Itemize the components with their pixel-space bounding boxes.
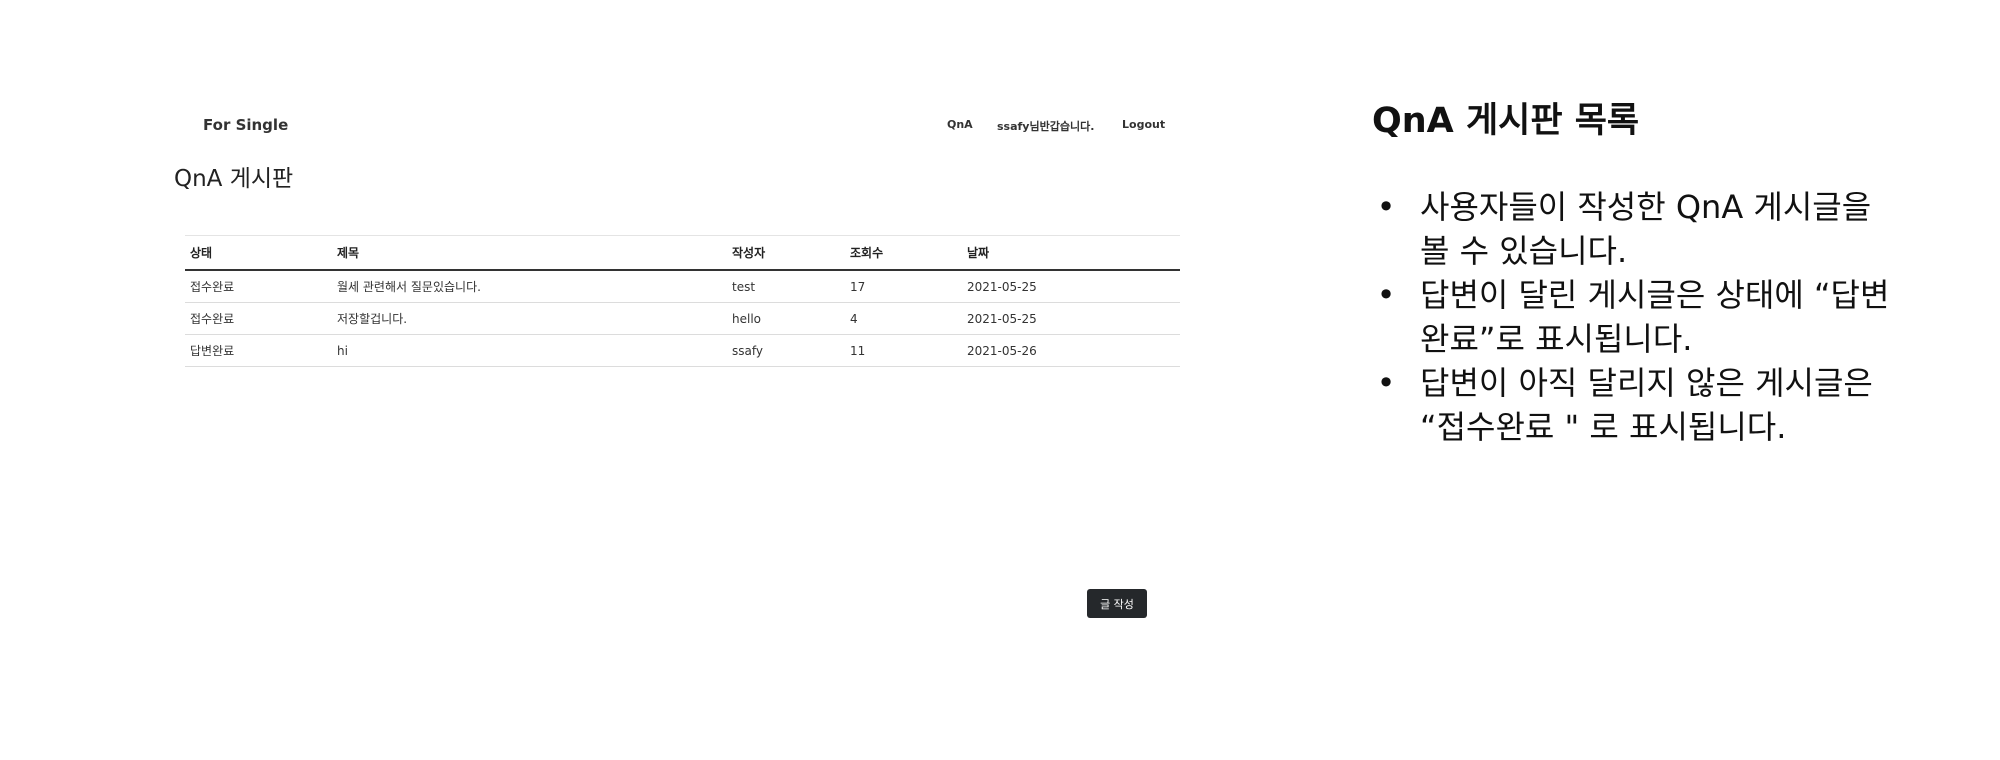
column-header-title: 제목: [332, 235, 727, 271]
table-header-row: 상태 제목 작성자 조회수 날짜: [185, 235, 1180, 271]
description-item: • 사용자들이 작성한 QnA 게시글을 볼 수 있습니다.: [1372, 185, 1910, 273]
description-title: QnA 게시판 목록: [1372, 101, 1640, 141]
description-text: 답변이 아직 달리지 않은 게시글은 “접수완료 " 로 표시됩니다.: [1420, 364, 1873, 446]
write-post-button[interactable]: 글 작성: [1087, 589, 1147, 618]
bullet-icon: •: [1376, 276, 1396, 314]
cell-author: hello: [727, 302, 845, 335]
bullet-icon: •: [1376, 188, 1396, 226]
cell-author: test: [727, 270, 845, 303]
cell-date: 2021-05-26: [962, 334, 1180, 367]
cell-date: 2021-05-25: [962, 270, 1180, 303]
cell-status: 답변완료: [185, 334, 332, 367]
cell-status: 접수완료: [185, 270, 332, 303]
description-text: 답변이 달린 게시글은 상태에 “답변완료”로 표시됩니다.: [1420, 276, 1890, 358]
cell-title[interactable]: 월세 관련해서 질문있습니다.: [332, 270, 727, 303]
cell-status: 접수완료: [185, 302, 332, 335]
table-row[interactable]: 답변완료 hi ssafy 11 2021-05-26: [185, 334, 1180, 367]
column-header-status: 상태: [185, 235, 332, 271]
column-header-author: 작성자: [727, 235, 845, 271]
table-row[interactable]: 접수완료 저장할겁니다. hello 4 2021-05-25: [185, 302, 1180, 335]
page-title: QnA 게시판: [174, 166, 294, 192]
nav-logout-link[interactable]: Logout: [1122, 118, 1165, 131]
nav-user-greeting[interactable]: ssafy님반갑습니다.: [997, 118, 1094, 134]
description-panel: QnA 게시판 목록 • 사용자들이 작성한 QnA 게시글을 볼 수 있습니다…: [1372, 92, 1972, 449]
description-list: • 사용자들이 작성한 QnA 게시글을 볼 수 있습니다. • 답변이 달린 …: [1372, 185, 1972, 449]
column-header-views: 조회수: [845, 235, 962, 271]
cell-title[interactable]: hi: [332, 334, 727, 367]
column-header-date: 날짜: [962, 235, 1180, 271]
app-screenshot: For Single QnA ssafy님반갑습니다. Logout QnA 게…: [0, 0, 1200, 760]
cell-views: 11: [845, 334, 962, 367]
qna-table-container: 상태 제목 작성자 조회수 날짜 접수완료 월세 관련해서 질문있습니다. te…: [185, 235, 1180, 367]
description-text: 사용자들이 작성한 QnA 게시글을 볼 수 있습니다.: [1420, 188, 1872, 270]
description-item: • 답변이 아직 달리지 않은 게시글은 “접수완료 " 로 표시됩니다.: [1372, 361, 1910, 449]
nav-qna-link[interactable]: QnA: [947, 118, 973, 131]
cell-title[interactable]: 저장할겁니다.: [332, 302, 727, 335]
table-row[interactable]: 접수완료 월세 관련해서 질문있습니다. test 17 2021-05-25: [185, 270, 1180, 303]
brand-logo[interactable]: For Single: [203, 116, 288, 134]
top-nav: QnA ssafy님반갑습니다. Logout: [900, 118, 1165, 138]
cell-date: 2021-05-25: [962, 302, 1180, 335]
cell-views: 4: [845, 302, 962, 335]
description-item: • 답변이 달린 게시글은 상태에 “답변완료”로 표시됩니다.: [1372, 273, 1910, 361]
qna-table: 상태 제목 작성자 조회수 날짜 접수완료 월세 관련해서 질문있습니다. te…: [185, 235, 1180, 367]
cell-author: ssafy: [727, 334, 845, 367]
bullet-icon: •: [1376, 364, 1396, 402]
cell-views: 17: [845, 270, 962, 303]
